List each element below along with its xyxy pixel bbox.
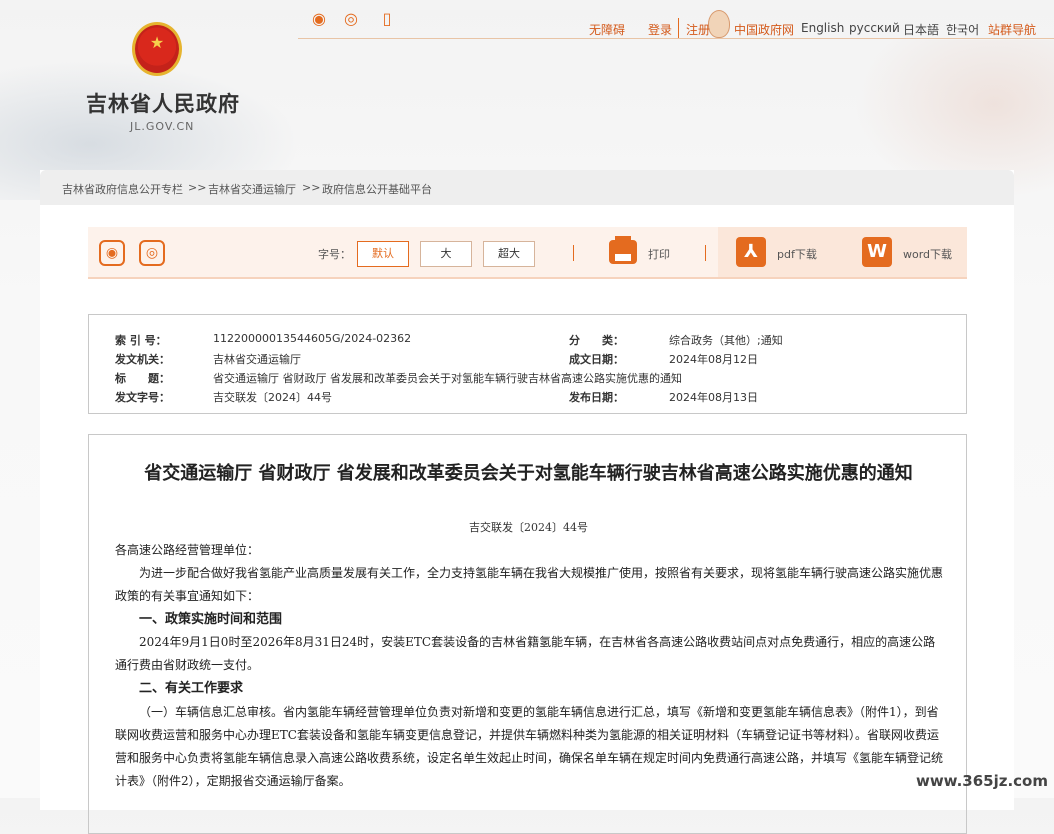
- site-nav-link[interactable]: 站群导航: [988, 21, 1036, 38]
- title-label: 标 题：: [115, 372, 170, 385]
- issuer-value: 吉林省交通运输厅: [213, 353, 301, 366]
- breadcrumb-item[interactable]: 吉林省政府信息公开专栏: [62, 181, 183, 197]
- wechat-icon[interactable]: ◉: [308, 8, 330, 30]
- russian-link[interactable]: русский: [849, 21, 900, 35]
- paragraph: 为进一步配合做好我省氢能产业高质量发展有关工作，全力支持氢能车辆在我省大规模推广…: [115, 566, 944, 603]
- font-size-default-button[interactable]: 默认: [357, 241, 409, 267]
- created-date-label: 成文日期：: [569, 353, 624, 366]
- word-icon[interactable]: W: [862, 237, 892, 267]
- paragraph: 2024年9月1日0时至2026年8月31日24时，安装ETC套装设备的吉林省籍…: [115, 635, 936, 672]
- breadcrumb: 吉林省政府信息公开专栏 >> 吉林省交通运输厅 >> 政府信息公开基础平台: [40, 170, 1014, 205]
- weibo-share-icon[interactable]: ◎: [139, 240, 165, 266]
- index-no-value: 11220000013544605G/2024-02362: [213, 332, 412, 345]
- salutation: 各高速公路经营管理单位：: [115, 543, 260, 557]
- login-link[interactable]: 登录: [648, 21, 672, 38]
- doc-no-value: 吉交联发〔2024〕44号: [213, 391, 332, 404]
- article-toolbar: ◉ ◎ 字号： 默认 大 超大 打印 ⅄ pdf下载 W word下载: [88, 227, 967, 279]
- wechat-share-icon[interactable]: ◉: [99, 240, 125, 266]
- paragraph: （一）车辆信息汇总审核。省内氢能车辆经营管理单位负责对新增和变更的氢能车辆信息进…: [115, 705, 944, 788]
- divider: [705, 245, 706, 261]
- mascot-icon[interactable]: [708, 10, 730, 38]
- site-domain: JL.GOV.CN: [130, 120, 195, 133]
- content-container: 吉林省政府信息公开专栏 >> 吉林省交通运输厅 >> 政府信息公开基础平台 ◉ …: [40, 170, 1014, 834]
- divider: [678, 18, 679, 38]
- breadcrumb-separator: >>: [188, 181, 207, 194]
- created-date-value: 2024年08月12日: [669, 353, 758, 366]
- pdf-download-button[interactable]: pdf下载: [777, 246, 817, 262]
- published-date-label: 发布日期：: [569, 391, 624, 404]
- korean-link[interactable]: 한국어: [946, 21, 979, 38]
- doc-no-label: 发文字号：: [115, 391, 170, 404]
- breadcrumb-separator: >>: [302, 181, 321, 194]
- watermark: www.365jz.com: [915, 772, 1048, 790]
- mobile-icon[interactable]: ▯: [376, 8, 398, 30]
- section-heading: 一、政策实施时间和范围: [139, 612, 283, 627]
- category-label: 分 类：: [569, 334, 624, 347]
- font-size-xlarge-button[interactable]: 超大: [483, 241, 535, 267]
- issuer-label: 发文机关：: [115, 353, 170, 366]
- document-metadata: 索 引 号： 11220000013544605G/2024-02362 分 类…: [88, 314, 967, 414]
- category-value: 综合政务（其他）;通知: [669, 334, 783, 347]
- index-no-label: 索 引 号：: [115, 334, 167, 347]
- weibo-icon[interactable]: ◎: [340, 8, 362, 30]
- site-name[interactable]: 吉林省人民政府: [86, 88, 240, 118]
- article-doc-no: 吉交联发〔2024〕44号: [469, 521, 588, 534]
- word-download-button[interactable]: word下载: [903, 246, 952, 262]
- english-link[interactable]: English: [801, 21, 844, 35]
- printer-icon[interactable]: [609, 236, 637, 264]
- font-size-label: 字号：: [318, 248, 351, 261]
- pdf-icon[interactable]: ⅄: [736, 237, 766, 267]
- title-value: 省交通运输厅 省财政厅 省发展和改革委员会关于对氢能车辆行驶吉林省高速公路实施优…: [213, 372, 682, 385]
- breadcrumb-item[interactable]: 吉林省交通运输厅: [208, 181, 296, 197]
- section-heading: 二、有关工作要求: [139, 681, 244, 696]
- article-title: 省交通运输厅 省财政厅 省发展和改革委员会关于对氢能车辆行驶吉林省高速公路实施优…: [144, 463, 913, 484]
- print-button[interactable]: 打印: [648, 246, 670, 262]
- gov-cn-link[interactable]: 中国政府网: [734, 21, 794, 38]
- japanese-link[interactable]: 日本語: [903, 21, 939, 38]
- top-bar: ◉ ◎ ▯ 无障碍 登录 注册 中国政府网 English русский 日本…: [298, 8, 1054, 39]
- breadcrumb-item[interactable]: 政府信息公开基础平台: [322, 181, 432, 197]
- national-emblem-logo[interactable]: ★: [132, 22, 182, 76]
- accessibility-link[interactable]: 无障碍: [589, 21, 625, 38]
- font-size-large-button[interactable]: 大: [420, 241, 472, 267]
- register-link[interactable]: 注册: [686, 21, 710, 38]
- article-body: 省交通运输厅 省财政厅 省发展和改革委员会关于对氢能车辆行驶吉林省高速公路实施优…: [88, 434, 967, 834]
- published-date-value: 2024年08月13日: [669, 391, 758, 404]
- divider: [573, 245, 574, 261]
